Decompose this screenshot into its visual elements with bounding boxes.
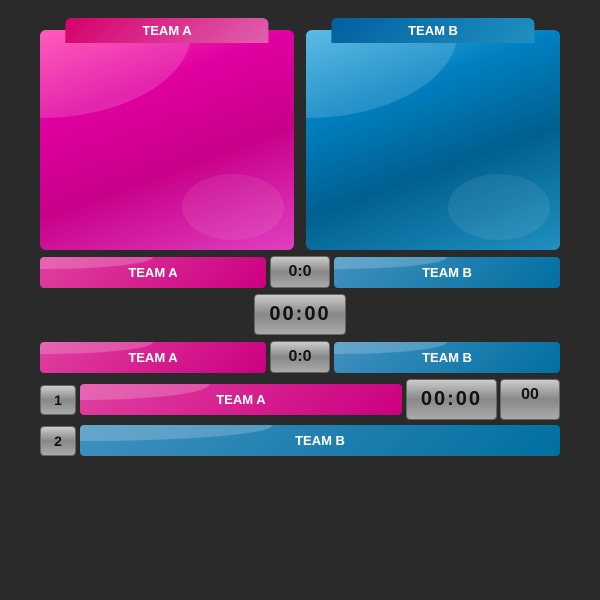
right-timer-time: 00:00 [406, 379, 497, 420]
ticker-row-1: 1 TEAM A 00:00 00 [40, 379, 560, 420]
team-a-bar-1: TEAM A [40, 257, 266, 288]
timer-row-1: 00:00 [40, 294, 560, 335]
top-cards-section: TEAM A TEAM B [40, 20, 560, 240]
ticker-bar-team-a: TEAM A [80, 384, 402, 415]
score-row-2: TEAM A 0:0 TEAM B [40, 341, 560, 373]
team-b-bar-1: TEAM B [334, 257, 560, 288]
team-b-bar-2: TEAM B [334, 342, 560, 373]
card-body-team-a [40, 30, 294, 250]
team-a-bar-2: TEAM A [40, 342, 266, 373]
score-display-2: 0:0 [270, 341, 330, 373]
right-timer: 00:00 00 [406, 379, 560, 420]
card-team-a: TEAM A [40, 20, 294, 240]
timer-display-1: 00:00 [254, 294, 345, 335]
score-row-1: TEAM A 0:0 TEAM B [40, 256, 560, 288]
card-team-b: TEAM B [306, 20, 560, 240]
card-body-team-b [306, 30, 560, 250]
score-display-1: 0:0 [270, 256, 330, 288]
card-tab-team-b: TEAM B [331, 18, 534, 43]
ticker-row-2: 2 TEAM B [40, 425, 560, 456]
number-box-2: 2 [40, 426, 76, 456]
right-timer-extra: 00 [500, 379, 560, 420]
card-tab-team-a: TEAM A [65, 18, 268, 43]
number-box-1: 1 [40, 385, 76, 415]
ticker-bar-team-b: TEAM B [80, 425, 560, 456]
